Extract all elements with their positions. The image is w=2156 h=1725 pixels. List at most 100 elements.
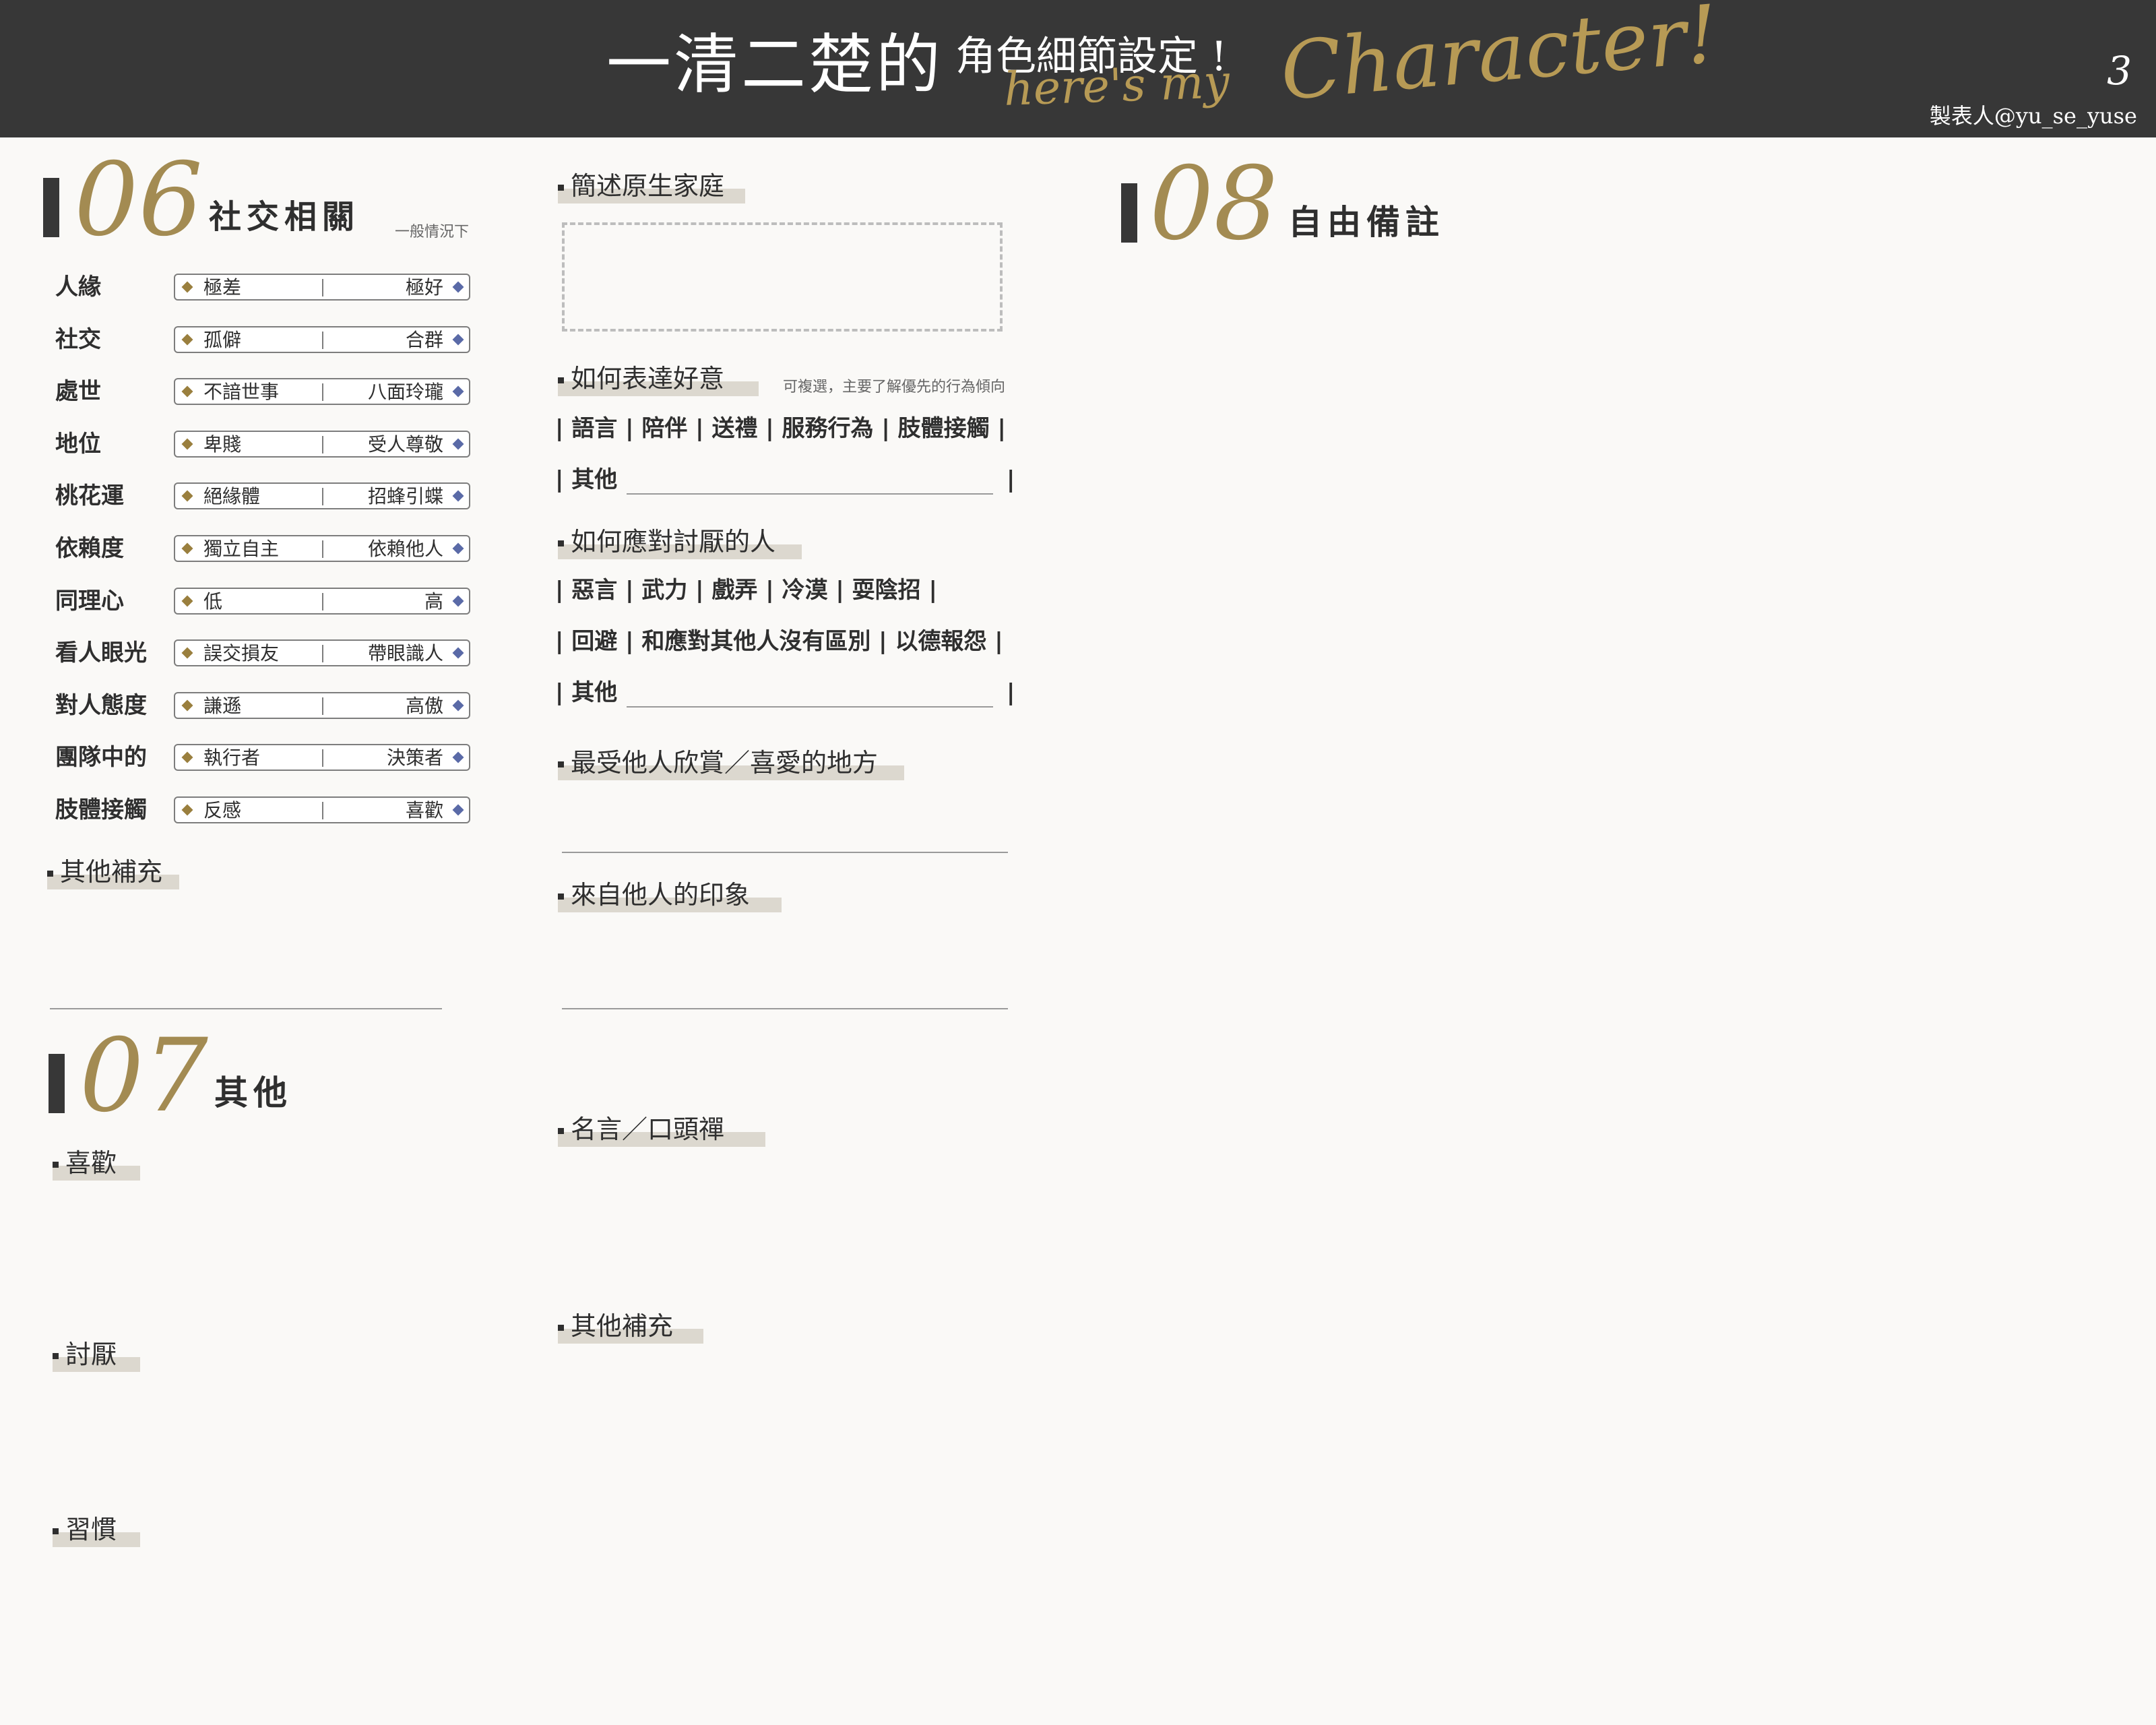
script-here-s-my: here's my [1003,55,1231,117]
section-07-number: 07 [80,1017,208,1135]
section-07-title: 其他 [214,1073,292,1112]
appreciated-heading: 最受他人欣賞／喜愛的地方 [558,747,904,780]
disliked-other-line[interactable] [627,706,993,708]
row-label: 人緣 [55,274,101,301]
slider-left-label: 反感 [203,799,242,821]
row-label: 同理心 [55,588,124,615]
slider-midpoint [322,279,323,296]
impression-line[interactable] [562,1008,1008,1009]
slider-midpoint [322,383,323,401]
slider-right-label: 合群 [405,329,443,351]
left-diamond-icon [181,438,193,450]
disliked-other-end: | [1007,679,1015,706]
slider-midpoint [322,540,323,558]
likes-heading: 喜歡 [53,1147,140,1181]
rating-slider[interactable]: 獨立自主 依賴他人 [174,535,470,562]
rating-slider[interactable]: 卑賤 受人尊敬 [174,431,470,458]
goodwill-other-label: | 其他 [555,466,618,493]
slider-right-label: 受人尊敬 [367,433,443,456]
left-diamond-icon [181,385,193,398]
goodwill-note: 可複選，主要了解優先的行為傾向 [783,379,1006,396]
impression-heading: 來自他人的印象 [558,879,782,912]
slider-left-label: 謙遜 [203,695,242,717]
slider-right-label: 八面玲瓏 [367,381,443,403]
slider-midpoint [322,645,323,662]
slider-right-label: 帶眼識人 [367,642,443,664]
slider-left-label: 誤交損友 [203,642,280,664]
row-label: 桃花運 [55,482,124,509]
right-diamond-icon [452,699,464,712]
slider-right-label: 高 [424,590,443,613]
maker-credit: 製表人@yu_se_yuse [1929,103,2137,129]
left-diamond-icon [181,699,193,712]
slider-midpoint [322,332,323,349]
slider-midpoint [322,488,323,505]
left-diamond-icon [181,751,193,763]
middle-other-heading: 其他補充 [558,1310,703,1344]
row-label: 看人眼光 [55,639,147,666]
slider-right-label: 高傲 [405,695,443,717]
row-label: 社交 [55,326,101,353]
section-08-bar [1121,183,1137,243]
row-label: 肢體接觸 [55,796,147,823]
rating-slider[interactable]: 孤僻 合群 [174,326,470,353]
slider-left-label: 低 [203,590,223,613]
left-diamond-icon [181,804,193,816]
family-heading: 簡述原生家庭 [558,170,745,203]
disliked-options-1: | 惡言 | 武力 | 戲弄 | 冷漠 | 耍陰招 | [555,577,937,604]
rating-slider[interactable]: 不諳世事 八面玲瓏 [174,378,470,405]
row-label: 團隊中的 [55,744,147,771]
slider-midpoint [322,697,323,715]
family-box[interactable] [562,222,1003,332]
right-diamond-icon [452,334,464,346]
disliked-heading: 如何應對討厭的人 [558,526,802,559]
row-label: 對人態度 [55,692,147,719]
slider-right-label: 依賴他人 [367,538,443,560]
rating-slider[interactable]: 謙遜 高傲 [174,692,470,719]
section-08-title: 自由備註 [1288,202,1445,242]
rating-slider[interactable]: 執行者 決策者 [174,744,470,771]
goodwill-other-end: | [1007,466,1015,493]
rating-slider[interactable]: 極差 極好 [174,274,470,301]
left-diamond-icon [181,490,193,502]
rating-slider[interactable]: 誤交損友 帶眼識人 [174,639,470,666]
right-diamond-icon [452,438,464,450]
goodwill-options: | 語言 | 陪伴 | 送禮 | 服務行為 | 肢體接觸 | [555,415,1006,442]
rating-slider[interactable]: 絕緣體 招蜂引蝶 [174,482,470,509]
section-06-bar [43,178,59,237]
title-main: 一清二楚的 [606,27,943,102]
slider-left-label: 不諳世事 [203,381,280,403]
slider-midpoint [322,593,323,610]
slider-right-label: 極好 [405,276,443,299]
slider-left-label: 孤僻 [203,329,242,351]
left-diamond-icon [181,334,193,346]
slider-left-label: 獨立自主 [203,538,280,560]
slider-left-label: 執行者 [203,747,261,769]
left-diamond-icon [181,542,193,555]
left-diamond-icon [181,595,193,607]
section-06-divider [50,1008,442,1009]
right-diamond-icon [452,490,464,502]
right-diamond-icon [452,647,464,659]
section-07-bar [49,1054,65,1113]
right-diamond-icon [452,595,464,607]
rating-slider[interactable]: 反感 喜歡 [174,796,470,823]
slider-left-label: 極差 [203,276,242,299]
slider-midpoint [322,436,323,453]
section-06-note: 一般情況下 [395,224,470,241]
right-diamond-icon [452,385,464,398]
row-label: 處世 [55,378,101,405]
right-diamond-icon [452,542,464,555]
slider-midpoint [322,749,323,767]
goodwill-other-line[interactable] [627,493,993,495]
appreciated-line[interactable] [562,852,1008,853]
row-label: 依賴度 [55,535,124,562]
slider-midpoint [322,802,323,819]
rating-slider[interactable]: 低高 [174,588,470,615]
row-label: 地位 [55,431,101,458]
left-diamond-icon [181,647,193,659]
right-diamond-icon [452,281,464,293]
disliked-options-2: | 回避 | 和應對其他人沒有區別 | 以德報怨 | [555,628,1003,655]
dislikes-heading: 討厭 [53,1338,140,1372]
section-08-number: 08 [1149,146,1278,263]
